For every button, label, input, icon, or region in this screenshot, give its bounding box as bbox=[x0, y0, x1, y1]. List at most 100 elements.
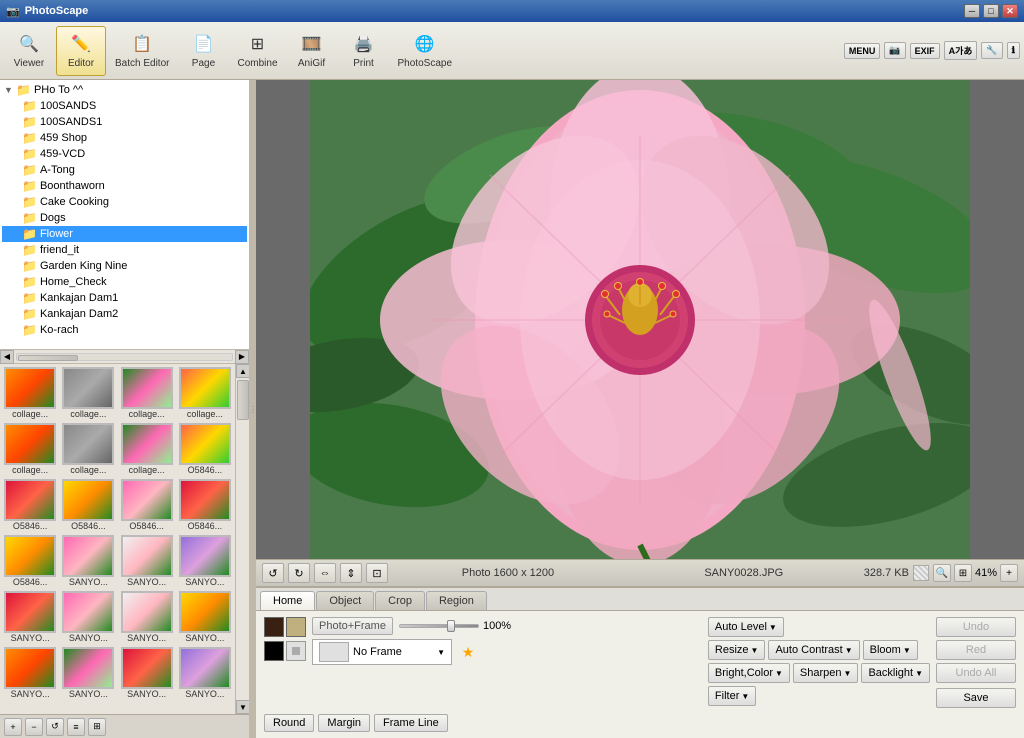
zoom-in-btn[interactable]: + bbox=[1000, 564, 1018, 582]
scroll-thumb[interactable] bbox=[237, 380, 249, 420]
print-tab[interactable]: 🖨️ Print bbox=[339, 26, 389, 76]
tools-button[interactable]: 🔧 bbox=[981, 42, 1002, 59]
help-button[interactable]: ℹ bbox=[1007, 42, 1020, 59]
refresh-btn[interactable]: ↺ bbox=[46, 718, 64, 736]
scroll-left-btn[interactable]: ◀ bbox=[0, 350, 14, 364]
zoom-out-btn[interactable]: 🔍 bbox=[933, 564, 951, 582]
thumbnail-item-23[interactable]: SANYO... bbox=[177, 646, 233, 700]
undo-all-btn[interactable]: Undo All bbox=[936, 663, 1016, 683]
tree-item-garden-king-nine[interactable]: 📁Garden King Nine bbox=[2, 258, 247, 274]
rotate-left-btn[interactable]: ↺ bbox=[262, 563, 284, 583]
thumbnail-item-11[interactable]: O5846... bbox=[177, 478, 233, 532]
tree-item-459-shop[interactable]: 📁459 Shop bbox=[2, 130, 247, 146]
hscroll-thumb[interactable] bbox=[18, 355, 78, 361]
backlight-btn[interactable]: Backlight ▼ bbox=[861, 663, 930, 683]
viewer-tab[interactable]: 🔍 Viewer bbox=[4, 26, 54, 76]
thumbnail-item-14[interactable]: SANYO... bbox=[119, 534, 175, 588]
menu-button[interactable]: MENU bbox=[844, 43, 881, 59]
undo-btn[interactable]: Undo bbox=[936, 617, 1016, 637]
auto-level-btn[interactable]: Auto Level ▼ bbox=[708, 617, 784, 637]
photo-frame-btn[interactable]: Photo+Frame bbox=[312, 617, 393, 635]
view-toggle-btn[interactable]: ⊞ bbox=[88, 718, 106, 736]
thumbnail-item-12[interactable]: O5846... bbox=[2, 534, 58, 588]
photo-button[interactable]: 📷 bbox=[884, 42, 905, 59]
thumbnail-item-3[interactable]: collage... bbox=[177, 366, 233, 420]
flip-h-btn[interactable]: ⇔ bbox=[314, 563, 336, 583]
redo-btn[interactable]: Red bbox=[936, 640, 1016, 660]
opacity-slider[interactable]: 100% bbox=[399, 620, 511, 632]
tree-root[interactable]: ▼ 📁 PHo To ^^ bbox=[2, 82, 247, 98]
remove-folder-btn[interactable]: − bbox=[25, 718, 43, 736]
thumbnail-item-4[interactable]: collage... bbox=[2, 422, 58, 476]
thumbnail-item-19[interactable]: SANYO... bbox=[177, 590, 233, 644]
tree-item-friend_it[interactable]: 📁friend_it bbox=[2, 242, 247, 258]
file-tree[interactable]: ▼ 📁 PHo To ^^ 📁100SANDS📁100SANDS1📁459 Sh… bbox=[0, 80, 249, 350]
tree-hscrollbar[interactable]: ◀ ▶ bbox=[0, 350, 249, 364]
tab-object[interactable]: Object bbox=[316, 591, 374, 610]
tree-item-home_check[interactable]: 📁Home_Check bbox=[2, 274, 247, 290]
thumbnail-item-10[interactable]: O5846... bbox=[119, 478, 175, 532]
editor-tab[interactable]: ✏️ Editor bbox=[56, 26, 106, 76]
thumbnail-vscrollbar[interactable]: ▲ ▼ bbox=[235, 364, 249, 714]
bright-color-btn[interactable]: Bright,Color ▼ bbox=[708, 663, 790, 683]
combine-tab[interactable]: ⊞ Combine bbox=[230, 26, 284, 76]
tree-item-459-vcd[interactable]: 📁459-VCD bbox=[2, 146, 247, 162]
thumbnail-item-6[interactable]: collage... bbox=[119, 422, 175, 476]
tab-crop[interactable]: Crop bbox=[375, 591, 425, 610]
thumbnail-item-8[interactable]: O5846... bbox=[2, 478, 58, 532]
thumbnail-item-1[interactable]: collage... bbox=[60, 366, 116, 420]
resize-btn[interactable]: Resize ▼ bbox=[708, 640, 766, 660]
thumbnail-item-5[interactable]: collage... bbox=[60, 422, 116, 476]
tree-item-a-tong[interactable]: 📁A-Tong bbox=[2, 162, 247, 178]
tree-item-kankajan-dam1[interactable]: 📁Kankajan Dam1 bbox=[2, 290, 247, 306]
thumbnail-item-13[interactable]: SANYO... bbox=[60, 534, 116, 588]
tab-home[interactable]: Home bbox=[260, 591, 315, 610]
thumbnail-item-17[interactable]: SANYO... bbox=[60, 590, 116, 644]
rotate-right-btn[interactable]: ↻ bbox=[288, 563, 310, 583]
font-button[interactable]: A가あ bbox=[944, 41, 978, 60]
close-button[interactable]: ✕ bbox=[1002, 4, 1018, 18]
margin-btn[interactable]: Margin bbox=[318, 714, 370, 732]
photoscape-tab[interactable]: 🌐 PhotoScape bbox=[391, 26, 460, 76]
thumbnail-item-15[interactable]: SANYO... bbox=[177, 534, 233, 588]
tree-item-ko-rach[interactable]: 📁Ko-rach bbox=[2, 322, 247, 338]
tree-item-flower[interactable]: 📁Flower bbox=[2, 226, 247, 242]
thumbnail-area[interactable]: collage...collage...collage...collage...… bbox=[0, 364, 235, 714]
tree-item-boonthaworn[interactable]: 📁Boonthaworn bbox=[2, 178, 247, 194]
background-swatch[interactable] bbox=[286, 617, 306, 637]
tree-item-kankajan-dam2[interactable]: 📁Kankajan Dam2 bbox=[2, 306, 247, 322]
frame-line-btn[interactable]: Frame Line bbox=[374, 714, 448, 732]
exif-button[interactable]: EXIF bbox=[910, 43, 940, 59]
tree-item-dogs[interactable]: 📁Dogs bbox=[2, 210, 247, 226]
scroll-down-btn[interactable]: ▼ bbox=[236, 700, 249, 714]
thumbnail-item-21[interactable]: SANYO... bbox=[60, 646, 116, 700]
anigif-tab[interactable]: 🎞️ AniGif bbox=[287, 26, 337, 76]
white-swatch[interactable] bbox=[286, 641, 306, 661]
slider-thumb[interactable] bbox=[447, 620, 455, 632]
thumbnail-item-16[interactable]: SANYO... bbox=[2, 590, 58, 644]
thumbnail-item-0[interactable]: collage... bbox=[2, 366, 58, 420]
frame-select[interactable]: No Frame ▼ bbox=[312, 639, 452, 665]
tree-item-cake-cooking[interactable]: 📁Cake Cooking bbox=[2, 194, 247, 210]
thumbnail-item-2[interactable]: collage... bbox=[119, 366, 175, 420]
sharpen-btn[interactable]: Sharpen ▼ bbox=[793, 663, 859, 683]
tree-item-100sands[interactable]: 📁100SANDS bbox=[2, 98, 247, 114]
thumbnail-item-18[interactable]: SANYO... bbox=[119, 590, 175, 644]
thumbnail-item-7[interactable]: O5846... bbox=[177, 422, 233, 476]
flip-v-btn[interactable]: ⇕ bbox=[340, 563, 362, 583]
scroll-up-btn[interactable]: ▲ bbox=[236, 364, 249, 378]
round-btn[interactable]: Round bbox=[264, 714, 314, 732]
foreground-swatch[interactable] bbox=[264, 617, 284, 637]
tree-item-100sands1[interactable]: 📁100SANDS1 bbox=[2, 114, 247, 130]
resize-fit-btn[interactable]: ⊡ bbox=[366, 563, 388, 583]
thumbnail-item-20[interactable]: SANYO... bbox=[2, 646, 58, 700]
minimize-button[interactable]: ─ bbox=[964, 4, 980, 18]
thumbnail-item-9[interactable]: O5846... bbox=[60, 478, 116, 532]
checkered-bg-btn[interactable] bbox=[913, 565, 929, 581]
filter-btn[interactable]: Filter ▼ bbox=[708, 686, 756, 706]
bloom-btn[interactable]: Bloom ▼ bbox=[863, 640, 918, 660]
sort-btn[interactable]: ≡ bbox=[67, 718, 85, 736]
auto-contrast-btn[interactable]: Auto Contrast ▼ bbox=[768, 640, 859, 660]
page-tab[interactable]: 📄 Page bbox=[178, 26, 228, 76]
scroll-right-btn[interactable]: ▶ bbox=[235, 350, 249, 364]
